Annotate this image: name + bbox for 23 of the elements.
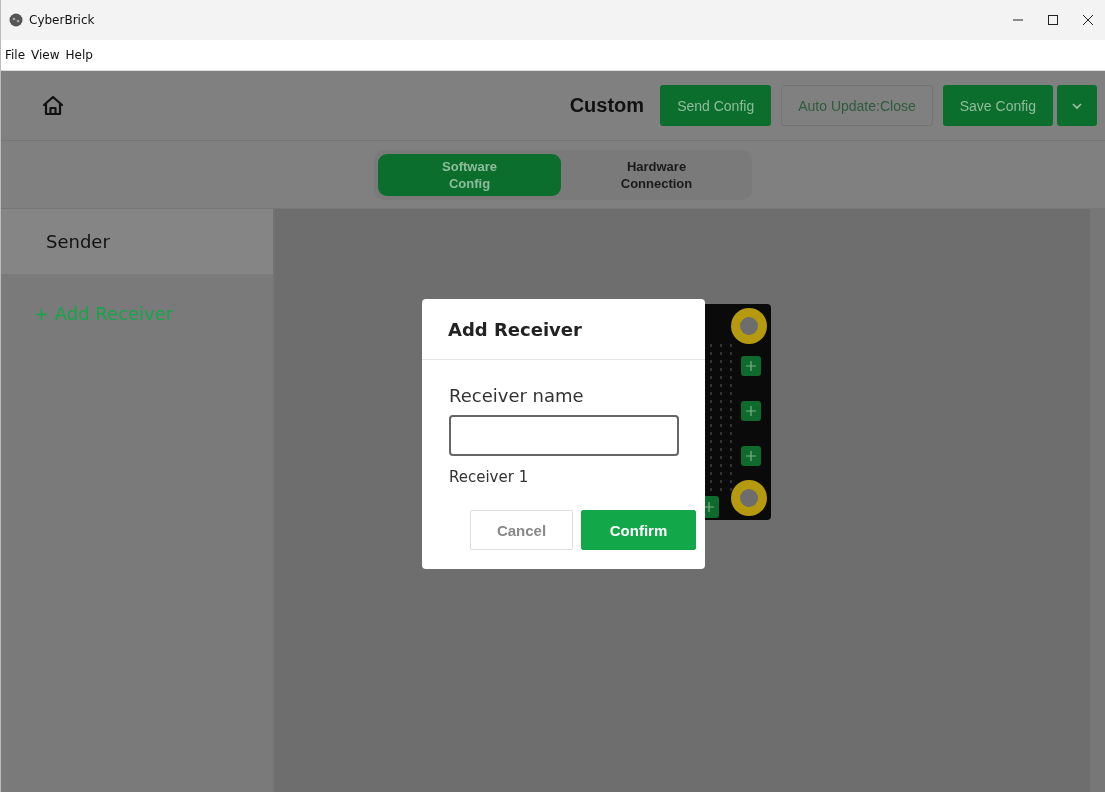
- menu-item[interactable]: File: [5, 48, 26, 62]
- maximize-icon: [1046, 14, 1059, 26]
- toolbar-button[interactable]: Auto Update:Close: [781, 85, 933, 126]
- tab[interactable]: Software Config: [378, 153, 561, 196]
- field-label: Receiver name: [449, 385, 585, 406]
- menu-item[interactable]: Help: [65, 48, 93, 62]
- dropdown-button[interactable]: [1057, 85, 1097, 126]
- caret-icon: [1071, 101, 1083, 110]
- home-icon[interactable]: [41, 93, 65, 118]
- confirm-button[interactable]: Confirm: [581, 510, 696, 550]
- menu-item[interactable]: View: [31, 48, 60, 62]
- app-logo-icon: [9, 13, 23, 27]
- window-title: CyberBrick: [29, 13, 95, 27]
- toolbar-button[interactable]: Send Config: [660, 85, 772, 126]
- dialog-title: Add Receiver: [448, 318, 582, 340]
- tab[interactable]: Hardware Connection: [565, 153, 748, 196]
- receiver-name-hint: Receiver 1: [449, 468, 530, 486]
- config-title: Custom: [569, 94, 645, 117]
- receiver-name-input[interactable]: [449, 415, 679, 456]
- sidebar-item[interactable]: Sender: [1, 209, 273, 274]
- cancel-button[interactable]: Cancel: [470, 510, 573, 550]
- toolbar-button[interactable]: Save Config: [942, 85, 1053, 126]
- close-icon: [1081, 14, 1094, 26]
